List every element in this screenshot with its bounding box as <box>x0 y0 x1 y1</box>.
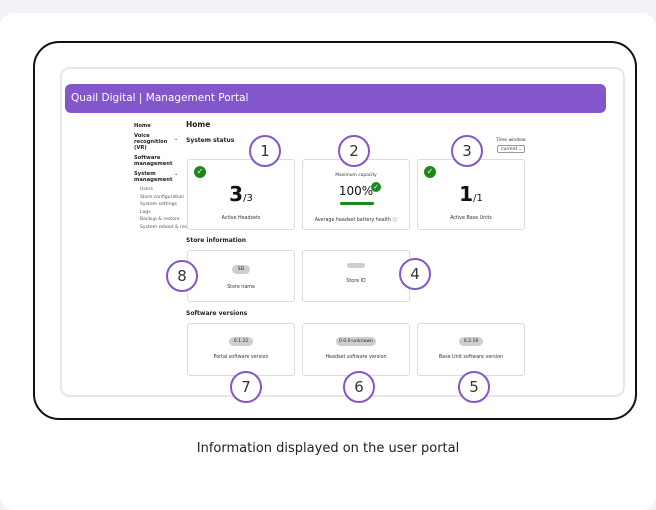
headset-version-tile: 0.0.0-unknown Headset software version <box>302 323 410 376</box>
portal-version-tile: 0.1.22 Portal software version <box>187 323 295 376</box>
sidebar-subitem-store-configuration[interactable]: Store configuration <box>140 195 186 200</box>
sidebar-item-label: Home <box>134 123 151 129</box>
sidebar-item-label: System management <box>134 171 173 183</box>
store-id-tile: Store ID <box>302 250 410 302</box>
callout-2: 2 <box>338 135 370 167</box>
base-unit-version-value: 0.2.19 <box>459 337 483 346</box>
sidebar-subitem-system-reboot-reset[interactable]: System reboot & reset <box>140 225 192 230</box>
app-title: Quail Digital | Management Portal <box>71 92 249 104</box>
active-headsets-tile: ✓ 3/3 Active Headsets <box>187 159 295 230</box>
sidebar-subitem-system-settings[interactable]: System settings <box>140 202 186 207</box>
store-id-value <box>347 263 365 268</box>
callout-3: 3 <box>451 135 483 167</box>
store-name-value: SD <box>232 265 250 274</box>
callout-1: 1 <box>249 135 281 167</box>
time-window-label: Time window <box>496 138 526 143</box>
callout-5: 5 <box>458 371 490 403</box>
battery-value: 100% <box>338 184 374 198</box>
check-icon: ✓ <box>371 182 381 192</box>
page-title: Home <box>186 120 211 129</box>
store-name-tile: SD Store name <box>187 250 295 302</box>
store-information-heading: Store information <box>186 237 247 244</box>
battery-caption: Maximum capacity <box>335 173 377 178</box>
battery-progress-fill <box>340 202 374 205</box>
sidebar-item-system-management[interactable]: System management ⌄ <box>134 171 178 183</box>
active-base-units-count: 1 <box>459 182 474 206</box>
sidebar-subitem-users[interactable]: Users <box>140 187 186 192</box>
battery-label: Average headset battery health ⓘ <box>314 218 398 223</box>
store-id-label: Store ID <box>346 279 366 284</box>
sidebar: Home Voice recognition (VR) ⌄ Software ma… <box>134 123 192 232</box>
active-headsets-count: 3 <box>229 182 244 206</box>
portal-version-value: 0.1.22 <box>229 337 253 346</box>
figure-caption: Information displayed on the user portal <box>196 441 460 456</box>
system-status-heading: System status <box>186 137 235 144</box>
active-base-units-tile: ✓ 1/1 Active Base Units <box>417 159 525 230</box>
chevron-down-icon: ⌄ <box>174 136 179 142</box>
base-unit-version-label: Base Unit software version <box>438 355 504 360</box>
headset-version-value: 0.0.0-unknown <box>336 337 376 346</box>
chevron-down-icon: ⌄ <box>174 171 179 177</box>
active-base-units-total: /1 <box>473 193 483 204</box>
sidebar-item-voice-recognition[interactable]: Voice recognition (VR) ⌄ <box>134 133 178 151</box>
active-headsets-total: /3 <box>243 193 253 204</box>
sidebar-item-software-management[interactable]: Software management <box>134 155 186 167</box>
active-base-units-value: 1/1 <box>418 182 524 206</box>
check-icon: ✓ <box>194 166 206 178</box>
callout-7: 7 <box>230 371 262 403</box>
time-window-select[interactable]: current ⌄ <box>497 145 525 153</box>
portal-version-label: Portal software version <box>213 355 269 360</box>
callout-8: 8 <box>166 260 198 292</box>
sidebar-item-label: Voice recognition (VR) <box>134 133 168 151</box>
check-icon: ✓ <box>424 166 436 178</box>
store-name-label: Store name <box>227 285 255 290</box>
battery-progress-track <box>340 202 374 205</box>
active-base-units-label: Active Base Units <box>450 216 492 221</box>
headset-version-label: Headset software version <box>325 355 387 360</box>
software-versions-heading: Software versions <box>186 310 248 317</box>
sidebar-item-home[interactable]: Home <box>134 123 186 129</box>
base-unit-version-tile: 0.2.19 Base Unit software version <box>417 323 525 376</box>
sidebar-item-label: Software management <box>134 155 173 167</box>
time-window-value: current <box>501 147 518 152</box>
battery-health-tile: Maximum capacity 100% ✓ Average headset … <box>302 159 410 230</box>
sidebar-subitem-logs[interactable]: Logs <box>140 210 186 215</box>
active-headsets-label: Active Headsets <box>221 216 261 221</box>
callout-4: 4 <box>399 258 431 290</box>
app-header: Quail Digital | Management Portal <box>65 84 606 113</box>
sidebar-subitem-backup-restore[interactable]: Backup & restore <box>140 217 186 222</box>
active-headsets-value: 3/3 <box>188 182 294 206</box>
callout-6: 6 <box>343 371 375 403</box>
chevron-down-icon: ⌄ <box>518 147 522 152</box>
